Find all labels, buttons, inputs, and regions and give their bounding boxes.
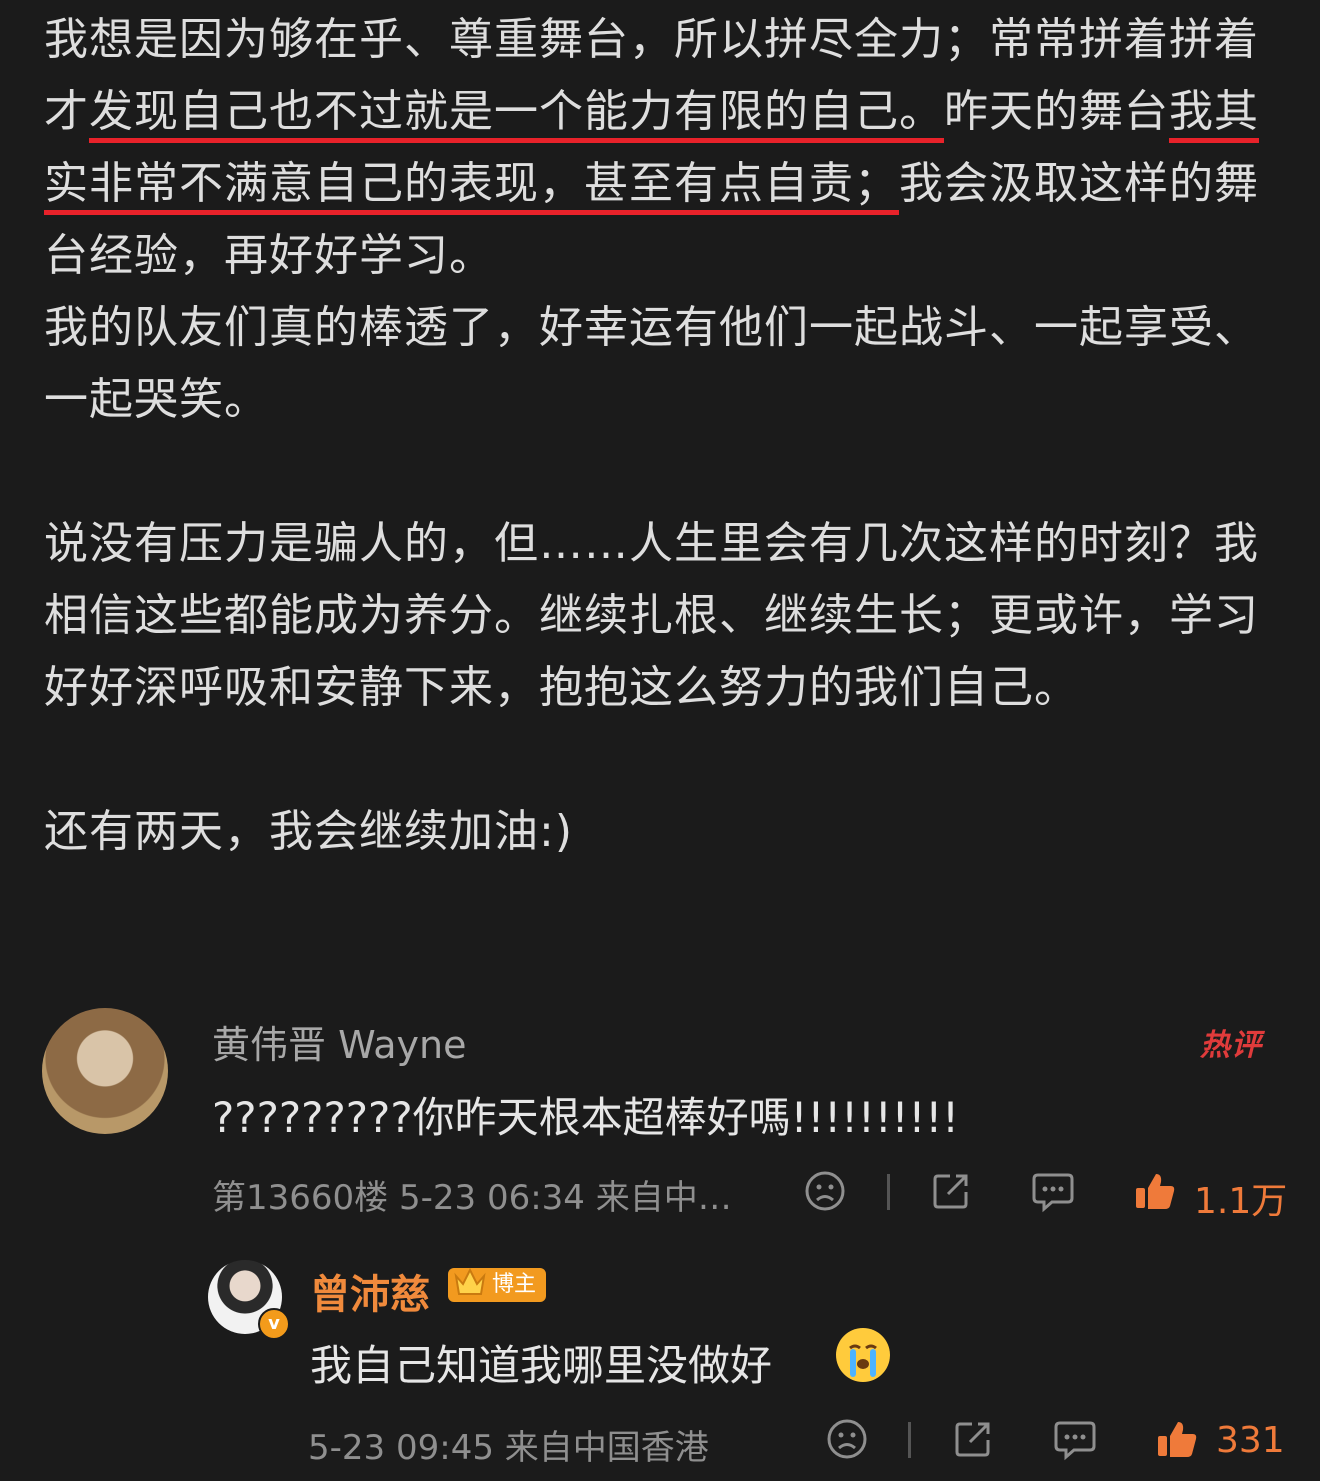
reply-text: 我自己知道我哪里没做好 xyxy=(310,1341,773,1390)
reply-meta: 5-23 09:45 来自中国香港 xyxy=(308,1428,709,1468)
crying-face-emoji xyxy=(836,1328,890,1382)
comment-username[interactable]: 黄伟晋 Wayne xyxy=(212,1014,466,1069)
post-text: 昨天的舞台 xyxy=(944,86,1169,137)
comment-text: ?????????你昨天根本超棒好嗎!!!!!!!!!! xyxy=(212,1093,959,1142)
like-count: 331 xyxy=(1216,1420,1285,1461)
reply-item: v 曾沛慈 博主 我自己知道我哪里没做好 5-23 09:45 来自中国香港 3… xyxy=(0,1252,1320,1480)
post-paragraph-3: 说没有压力是骗人的，但……人生里会有几次这样的时刻？我相信这些都能成为养分。继续… xyxy=(44,518,1259,713)
comment-item: 黄伟晋 Wayne 热评 ?????????你昨天根本超棒好嗎!!!!!!!!!… xyxy=(0,1000,1320,1222)
post-body: 我想是因为够在乎、尊重舞台，所以拼尽全力；常常拼着拼着才发现自己也不过就是一个能… xyxy=(44,4,1284,868)
divider xyxy=(908,1422,911,1458)
comment-bubble-icon[interactable] xyxy=(1030,1170,1076,1214)
crown-icon xyxy=(454,1267,486,1295)
post-paragraph-4: 还有两天，我会继续加油:) xyxy=(44,806,573,857)
avatar[interactable] xyxy=(42,1008,168,1134)
divider xyxy=(887,1174,890,1210)
hot-comment-badge: 热评 xyxy=(1200,1028,1262,1063)
share-icon[interactable] xyxy=(952,1418,994,1460)
frown-face-icon[interactable] xyxy=(804,1170,846,1212)
comment-meta: 第13660楼 5-23 06:34 来自中… xyxy=(212,1178,732,1218)
like-count: 1.1万 xyxy=(1194,1181,1288,1222)
thumbs-up-icon[interactable] xyxy=(1132,1168,1178,1214)
post-paragraph-1: 我想是因为够在乎、尊重舞台，所以拼尽全力；常常拼着拼着才发现自己也不过就是一个能… xyxy=(44,4,1284,292)
thumbs-up-icon[interactable] xyxy=(1154,1416,1200,1462)
badge-label: 博主 xyxy=(492,1272,537,1297)
post-paragraph-2: 我的队友们真的棒透了，好幸运有他们一起战斗、一起享受、一起哭笑。 xyxy=(44,302,1259,425)
underlined-text: 甚至有点自责； xyxy=(584,158,899,209)
author-username[interactable]: 曾沛慈 xyxy=(310,1262,430,1320)
share-icon[interactable] xyxy=(930,1170,972,1212)
verified-icon: v xyxy=(258,1308,290,1340)
comment-bubble-icon[interactable] xyxy=(1052,1418,1098,1462)
underlined-text: 发现自己也不过就是一个能力有限的自己。 xyxy=(89,86,944,137)
blogger-badge: 博主 xyxy=(448,1267,547,1302)
frown-face-icon[interactable] xyxy=(826,1418,868,1460)
